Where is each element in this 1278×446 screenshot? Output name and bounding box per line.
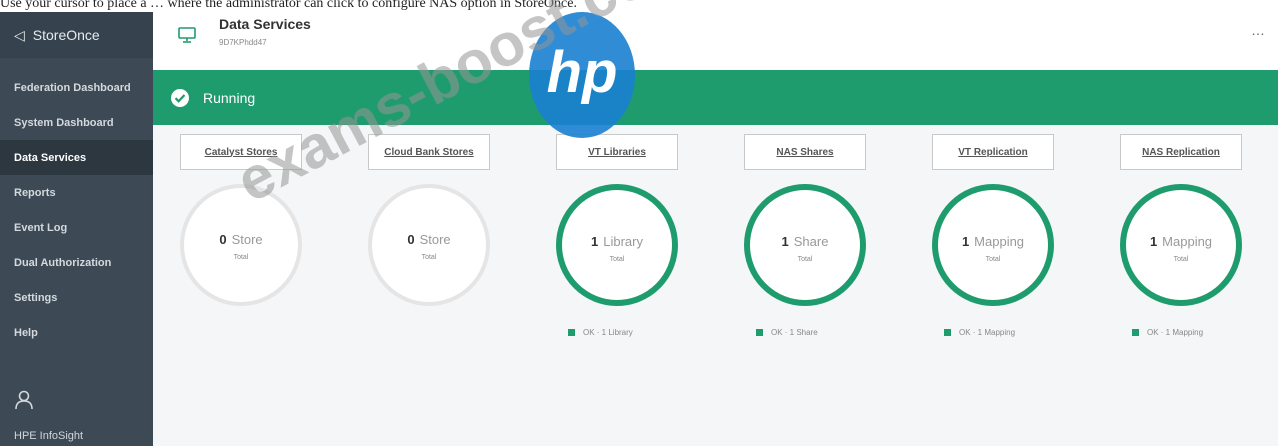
vt-libraries-unit: Library bbox=[603, 234, 643, 249]
monitor-icon bbox=[178, 27, 196, 43]
question-text: Use your cursor to place a … where the a… bbox=[0, 0, 577, 11]
sidebar-item-help[interactable]: Help bbox=[0, 315, 153, 350]
service-vt-replication: VT Replication 1 Mapping Total OK · 1 Map… bbox=[914, 134, 1074, 446]
vt-libraries-count: 1 bbox=[591, 234, 599, 249]
vt-libraries-total-label: Total bbox=[609, 256, 625, 263]
nas-shares-legend-text: OK · 1 Share bbox=[771, 328, 818, 337]
user-icon[interactable] bbox=[14, 390, 34, 410]
vt-replication-legend: OK · 1 Mapping bbox=[944, 328, 1015, 337]
vt-replication-unit: Mapping bbox=[974, 234, 1025, 249]
sidebar-item-settings[interactable]: Settings bbox=[0, 280, 153, 315]
vt-replication-total-label: Total bbox=[985, 256, 1001, 263]
nas-replication-count: 1 bbox=[1149, 234, 1158, 249]
catalyst-stores-button[interactable]: Catalyst Stores bbox=[180, 134, 302, 170]
page-subtitle: 9D7KPhdd47 bbox=[219, 38, 267, 47]
more-options-icon[interactable]: … bbox=[1251, 22, 1266, 38]
catalyst-stores-gauge: 0 Store Total bbox=[180, 184, 302, 306]
nas-replication-total-label: Total bbox=[1173, 256, 1189, 263]
nas-replication-unit: Mapping bbox=[1162, 234, 1213, 249]
nas-shares-gauge: 1 Share Total bbox=[744, 184, 866, 306]
vt-libraries-legend: OK · 1 Library bbox=[568, 328, 633, 337]
cloud-bank-stores-button[interactable]: Cloud Bank Stores bbox=[368, 134, 490, 170]
ok-status-swatch bbox=[1132, 329, 1139, 336]
service-cloud-bank-stores: Cloud Bank Stores 0 Store Total bbox=[350, 134, 510, 446]
status-banner: Running bbox=[153, 70, 1278, 125]
nas-replication-button[interactable]: NAS Replication bbox=[1120, 134, 1242, 170]
ok-status-swatch bbox=[568, 329, 575, 336]
sidebar-item-reports[interactable]: Reports bbox=[0, 175, 153, 210]
page-header: Data Services 9D7KPhdd47 … bbox=[153, 12, 1278, 70]
status-text: Running bbox=[203, 89, 256, 106]
sidebar-item-dual-authorization[interactable]: Dual Authorization bbox=[0, 245, 153, 280]
vt-libraries-legend-text: OK · 1 Library bbox=[583, 328, 633, 337]
sidebar-app-header[interactable]: ◁ StoreOnce bbox=[0, 12, 153, 58]
catalyst-stores-total-label: Total bbox=[233, 254, 249, 261]
ok-status-swatch bbox=[944, 329, 951, 336]
vt-replication-legend-text: OK · 1 Mapping bbox=[959, 328, 1016, 337]
nas-replication-legend: OK · 1 Mapping bbox=[1132, 328, 1203, 337]
sidebar-item-event-log[interactable]: Event Log bbox=[0, 210, 153, 245]
nas-shares-unit: Share bbox=[793, 234, 829, 249]
nas-shares-button[interactable]: NAS Shares bbox=[744, 134, 866, 170]
service-nas-replication: NAS Replication 1 Mapping Total OK · 1 Ma… bbox=[1102, 134, 1262, 446]
check-circle-icon bbox=[171, 88, 189, 107]
cloud-bank-stores-gauge: 0 Store Total bbox=[368, 184, 490, 306]
sidebar-item-system-dashboard[interactable]: System Dashboard bbox=[0, 105, 153, 140]
main-content: Data Services 9D7KPhdd47 … Running Catal… bbox=[153, 12, 1278, 446]
nas-shares-legend: OK · 1 Share bbox=[756, 328, 818, 337]
service-nas-shares: NAS Shares 1 Share Total OK · 1 Share bbox=[726, 134, 886, 446]
sidebar-item-infosight[interactable]: HPE InfoSight bbox=[14, 430, 83, 442]
catalyst-stores-count: 0 bbox=[219, 232, 227, 247]
cloud-bank-stores-count: 0 bbox=[407, 232, 415, 247]
ok-status-swatch bbox=[756, 329, 763, 336]
chevron-left-icon[interactable]: ◁ bbox=[14, 27, 25, 44]
service-vt-libraries: VT Libraries 1 Library Total OK · 1 Libra… bbox=[538, 134, 698, 446]
vt-libraries-gauge: 1 Library Total bbox=[556, 184, 678, 306]
sidebar-item-federation-dashboard[interactable]: Federation Dashboard bbox=[0, 70, 153, 105]
cloud-bank-stores-total-label: Total bbox=[421, 254, 437, 261]
vt-replication-gauge: 1 Mapping Total bbox=[932, 184, 1054, 306]
nas-shares-count: 1 bbox=[781, 234, 789, 249]
service-catalyst-stores: Catalyst Stores 0 Store Total bbox=[162, 134, 322, 446]
vt-libraries-button[interactable]: VT Libraries bbox=[556, 134, 678, 170]
catalyst-stores-unit: Store bbox=[231, 232, 263, 247]
vt-replication-count: 1 bbox=[961, 234, 970, 249]
page-title: Data Services bbox=[219, 16, 311, 32]
vt-replication-button[interactable]: VT Replication bbox=[932, 134, 1054, 170]
app-name: StoreOnce bbox=[32, 27, 100, 43]
nas-replication-legend-text: OK · 1 Mapping bbox=[1147, 328, 1204, 337]
sidebar-item-data-services[interactable]: Data Services bbox=[0, 140, 153, 175]
nas-shares-total-label: Total bbox=[797, 256, 813, 263]
sidebar: ◁ StoreOnce Federation Dashboard System … bbox=[0, 12, 153, 446]
nas-replication-gauge: 1 Mapping Total bbox=[1120, 184, 1242, 306]
sidebar-nav: Federation Dashboard System Dashboard Da… bbox=[0, 70, 153, 350]
cloud-bank-stores-unit: Store bbox=[419, 232, 451, 247]
